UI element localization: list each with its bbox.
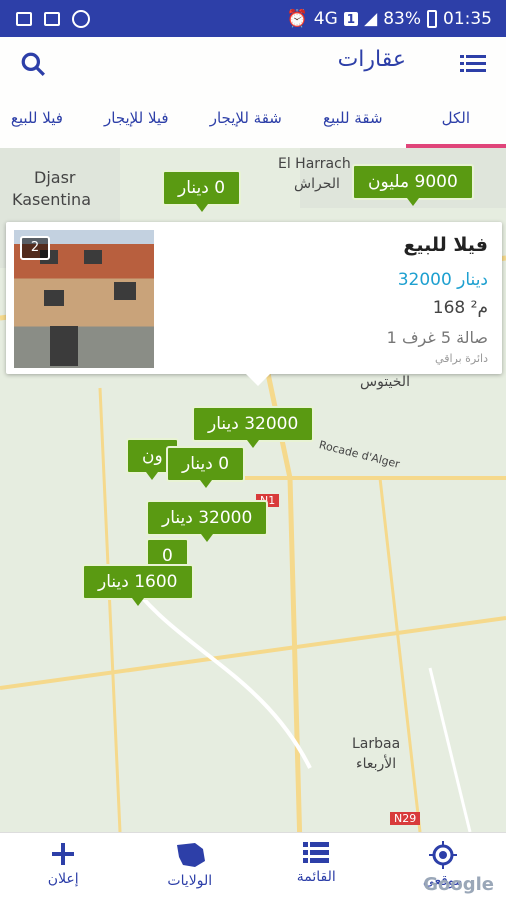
gallery-icon (16, 12, 32, 26)
status-bar: ⏰ 4G 1 ◢ 83% 01:35 (0, 0, 506, 37)
nav-add-listing[interactable]: إعلان (0, 833, 127, 901)
sim-indicator: 1 (344, 12, 358, 26)
clock: 01:35 (443, 9, 492, 29)
nav-label: القائمة (297, 869, 336, 885)
tab-apartment-sale[interactable]: شقة للبيع (305, 92, 401, 144)
listing-info-card[interactable]: 2 فيلا للبيع 32000 دينار 168 م² 1 صالة 5… (6, 222, 502, 374)
map-label-larbaa-ar: الأربعاء (356, 756, 396, 772)
menu-icon[interactable] (460, 55, 486, 73)
category-tabs: الكل شقة للبيع شقة للإيجار فيلا للإيجار … (0, 92, 506, 148)
map-pin[interactable]: 9000 مليون (352, 164, 474, 200)
map-pin[interactable]: 32000 دينار (146, 500, 268, 536)
nav-label: الولايات (167, 873, 212, 889)
listing-photo: 2 (14, 230, 154, 368)
app-title: عقارات (338, 47, 406, 72)
map-label-el-harrach: El Harrach (278, 156, 351, 172)
listing-price: 32000 دينار (398, 270, 488, 290)
map-label-n29: N29 (390, 812, 420, 825)
tab-villa-sale[interactable]: فيلا للبيع (0, 92, 81, 144)
google-logo: Google (423, 874, 494, 895)
battery-icon (427, 10, 437, 28)
news-icon (44, 12, 60, 26)
tab-villa-rent[interactable]: فيلا للإيجار (86, 92, 187, 144)
plus-icon (50, 841, 76, 867)
location-target-icon (429, 841, 457, 869)
algeria-map-icon (173, 841, 207, 869)
map-label-el-harrach-ar: الحراش (294, 176, 340, 192)
map-pin[interactable]: 0 دينار (166, 446, 245, 482)
listing-area: 168 م² (433, 298, 488, 318)
tab-apartment-rent[interactable]: شقة للإيجار (192, 92, 300, 144)
battery-percent: 83% (383, 9, 421, 29)
app-bar: عقارات (0, 37, 506, 92)
listing-district: دائرة براقي (435, 352, 488, 365)
map-label-kasentina: Kasentina (12, 190, 91, 209)
network-type: 4G (314, 9, 338, 29)
search-icon[interactable] (20, 51, 46, 77)
nav-label: إعلان (48, 871, 79, 887)
list-icon (303, 841, 329, 865)
map-pin[interactable]: 0 دينار (162, 170, 241, 206)
nav-provinces[interactable]: الولايات (127, 833, 254, 901)
map-pin[interactable]: 1600 دينار (82, 564, 194, 600)
bottom-nav: إعلان الولايات القائمة موقعي Google (0, 832, 506, 901)
map-label-djasr: Djasr (34, 168, 75, 187)
nav-list[interactable]: القائمة (253, 833, 380, 901)
map-label-alkhatous: الخيتوس (360, 374, 410, 390)
signal-icon: ◢ (364, 9, 377, 29)
alarm-icon: ⏰ (287, 9, 308, 29)
photo-count-badge: 2 (20, 236, 50, 260)
listing-title: فيلا للبيع (403, 234, 488, 256)
tab-all[interactable]: الكل (406, 92, 506, 148)
map-pin[interactable]: 32000 دينار (192, 406, 314, 442)
listing-rooms: 1 صالة 5 غرف (387, 328, 488, 347)
map-label-larbaa: Larbaa (352, 736, 400, 752)
messenger-icon (72, 10, 90, 28)
